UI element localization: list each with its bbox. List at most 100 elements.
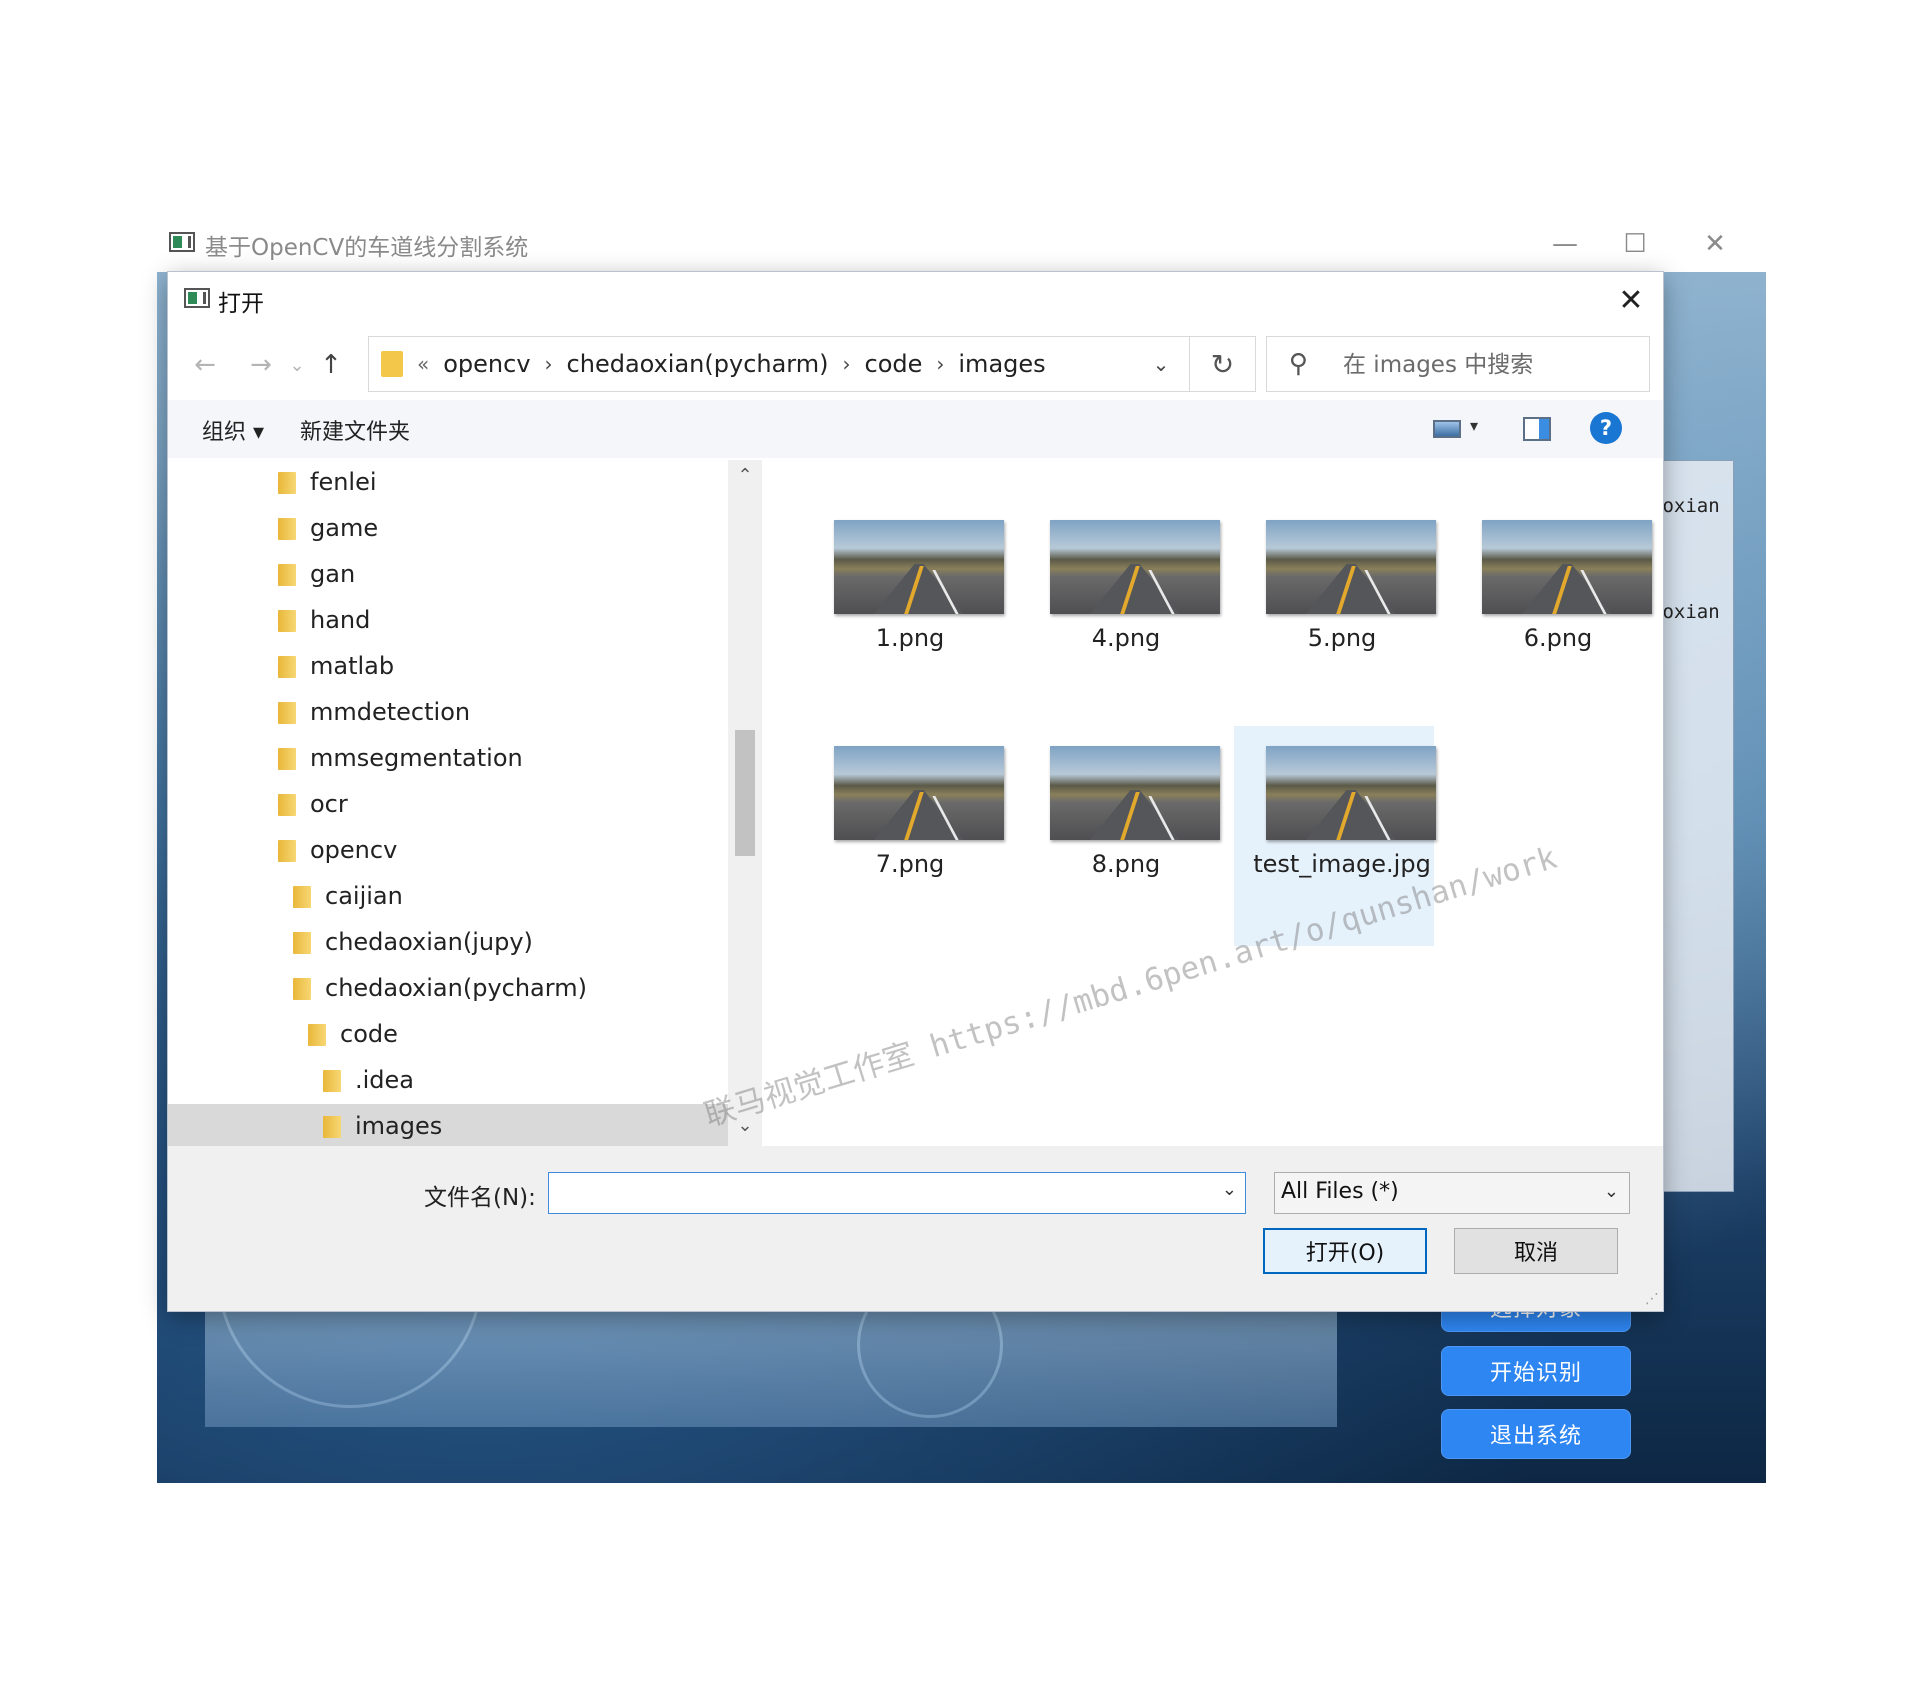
tree-item-label: code xyxy=(340,1020,398,1048)
chevron-down-icon[interactable]: ⌄ xyxy=(1222,1179,1237,1200)
address-bar[interactable]: « opencv › chedaoxian(pycharm) › code › … xyxy=(368,336,1256,392)
up-folder-button[interactable]: ↑ xyxy=(314,348,348,382)
tree-item[interactable]: mmsegmentation xyxy=(168,736,728,782)
file-name: 5.png xyxy=(1307,624,1377,652)
tree-item-label: .idea xyxy=(355,1066,415,1094)
file-type-select[interactable]: All Files (*) ⌄ xyxy=(1274,1172,1630,1214)
folder-icon xyxy=(323,1116,341,1138)
breadcrumb-item[interactable]: chedaoxian(pycharm) xyxy=(567,350,829,378)
view-options-dropdown-icon[interactable]: ▾ xyxy=(1470,416,1478,435)
file-item[interactable]: 1.png xyxy=(802,500,1004,720)
tree-item[interactable]: chedaoxian(jupy) xyxy=(168,920,728,966)
image-thumbnail xyxy=(1050,520,1220,614)
tree-item-label: chedaoxian(pycharm) xyxy=(325,974,587,1002)
tree-item-label: caijian xyxy=(325,882,403,910)
tree-item[interactable]: game xyxy=(168,506,728,552)
organize-menu[interactable]: 组织 ▾ xyxy=(202,414,264,446)
filename-combobox[interactable]: ⌄ xyxy=(548,1172,1246,1214)
tree-item[interactable]: caijian xyxy=(168,874,728,920)
breadcrumb-item[interactable]: images xyxy=(958,350,1045,378)
file-name: 6.png xyxy=(1523,624,1593,652)
folder-icon xyxy=(278,472,296,494)
file-item[interactable]: 6.png xyxy=(1450,500,1652,720)
breadcrumb-overflow[interactable]: « xyxy=(417,352,429,376)
tree-item[interactable]: gan xyxy=(168,552,728,598)
resize-grip-icon[interactable]: ⋰ xyxy=(1645,1291,1659,1307)
minimize-button[interactable]: — xyxy=(1537,224,1593,264)
tree-item[interactable]: images xyxy=(168,1104,728,1146)
maximize-button[interactable]: ☐ xyxy=(1607,224,1663,264)
filename-input[interactable] xyxy=(557,1177,1201,1209)
tree-item[interactable]: code xyxy=(168,1012,728,1058)
folder-icon xyxy=(278,702,296,724)
folder-icon xyxy=(278,610,296,632)
exit-system-button[interactable]: 退出系统 xyxy=(1441,1409,1631,1459)
search-input[interactable] xyxy=(1341,347,1635,383)
pane-splitter[interactable] xyxy=(762,460,790,1146)
start-recognition-button[interactable]: 开始识别 xyxy=(1441,1346,1631,1396)
image-thumbnail xyxy=(1266,746,1436,840)
chevron-right-icon[interactable]: › xyxy=(936,352,944,376)
folder-icon xyxy=(323,1070,341,1092)
scroll-thumb[interactable] xyxy=(735,730,755,856)
tree-item-label: mmsegmentation xyxy=(310,744,523,772)
scroll-down-icon[interactable]: ⌄ xyxy=(728,1110,762,1140)
search-icon: ⚲ xyxy=(1289,349,1309,379)
refresh-icon[interactable]: ↻ xyxy=(1189,337,1255,391)
folder-icon xyxy=(278,564,296,586)
open-file-dialog: 打开 ✕ ← → ⌄ ↑ « opencv › chedaoxian(pycha… xyxy=(168,272,1663,1311)
file-item[interactable]: 5.png xyxy=(1234,500,1436,720)
file-item[interactable]: 4.png xyxy=(1018,500,1220,720)
close-app-button[interactable]: ✕ xyxy=(1687,224,1743,264)
preview-pane-icon[interactable] xyxy=(1523,417,1551,441)
tree-item[interactable]: matlab xyxy=(168,644,728,690)
file-item[interactable]: test_image.jpg xyxy=(1234,726,1436,946)
chevron-down-icon[interactable]: ⌄ xyxy=(1139,337,1183,391)
cancel-button[interactable]: 取消 xyxy=(1454,1228,1618,1274)
folder-icon xyxy=(278,748,296,770)
scroll-up-icon[interactable]: ⌃ xyxy=(728,460,762,490)
folder-icon xyxy=(278,518,296,540)
tree-item[interactable]: fenlei xyxy=(168,460,728,506)
file-item[interactable]: 8.png xyxy=(1018,726,1220,946)
tree-scrollbar[interactable]: ⌃ ⌄ xyxy=(728,460,762,1146)
change-view-icon[interactable] xyxy=(1433,420,1461,438)
tree-item[interactable]: .idea xyxy=(168,1058,728,1104)
file-item[interactable]: 7.png xyxy=(802,726,1004,946)
open-button[interactable]: 打开(O) xyxy=(1263,1228,1427,1274)
search-box[interactable]: ⚲ xyxy=(1266,336,1650,392)
file-name: 8.png xyxy=(1091,850,1161,878)
tree-item[interactable]: ocr xyxy=(168,782,728,828)
folder-icon xyxy=(293,978,311,1000)
image-thumbnail xyxy=(834,520,1004,614)
forward-button[interactable]: → xyxy=(244,348,278,382)
tree-item-label: opencv xyxy=(310,836,398,864)
breadcrumb-item[interactable]: code xyxy=(865,350,923,378)
dialog-close-button[interactable]: ✕ xyxy=(1607,280,1655,320)
app-title: 基于OpenCV的车道线分割系统 xyxy=(205,235,529,261)
back-button[interactable]: ← xyxy=(188,348,222,382)
chevron-down-icon[interactable]: ⌄ xyxy=(1604,1181,1619,1202)
tree-item-label: mmdetection xyxy=(310,698,471,726)
file-list: 1.png 4.png 5.png 6.png 7.png 8.png test_image… xyxy=(790,460,1663,1146)
folder-icon xyxy=(278,794,296,816)
tree-item[interactable]: mmdetection xyxy=(168,690,728,736)
help-icon[interactable]: ? xyxy=(1590,412,1622,444)
dialog-titlebar: 打开 ✕ xyxy=(168,272,1663,328)
tree-item[interactable]: opencv xyxy=(168,828,728,874)
tree-item[interactable]: hand xyxy=(168,598,728,644)
recent-locations-button[interactable]: ⌄ xyxy=(280,348,314,382)
chevron-right-icon[interactable]: › xyxy=(843,352,851,376)
app-window-icon xyxy=(169,232,195,252)
breadcrumb: « opencv › chedaoxian(pycharm) › code › … xyxy=(417,337,1046,391)
app-titlebar: 基于OpenCV的车道线分割系统 — ☐ ✕ xyxy=(157,224,1766,272)
tree-item-label: matlab xyxy=(310,652,395,680)
breadcrumb-item[interactable]: opencv xyxy=(443,350,530,378)
tree-item[interactable]: chedaoxian(pycharm) xyxy=(168,966,728,1012)
filename-label: 文件名(N): xyxy=(424,1185,536,1211)
new-folder-button[interactable]: 新建文件夹 xyxy=(300,414,410,446)
chevron-right-icon[interactable]: › xyxy=(545,352,553,376)
dialog-window-icon xyxy=(184,288,210,308)
navigation-tree: fenlei game gan hand matlab mmdetection mmsegm… xyxy=(168,460,728,1146)
folder-icon xyxy=(293,886,311,908)
